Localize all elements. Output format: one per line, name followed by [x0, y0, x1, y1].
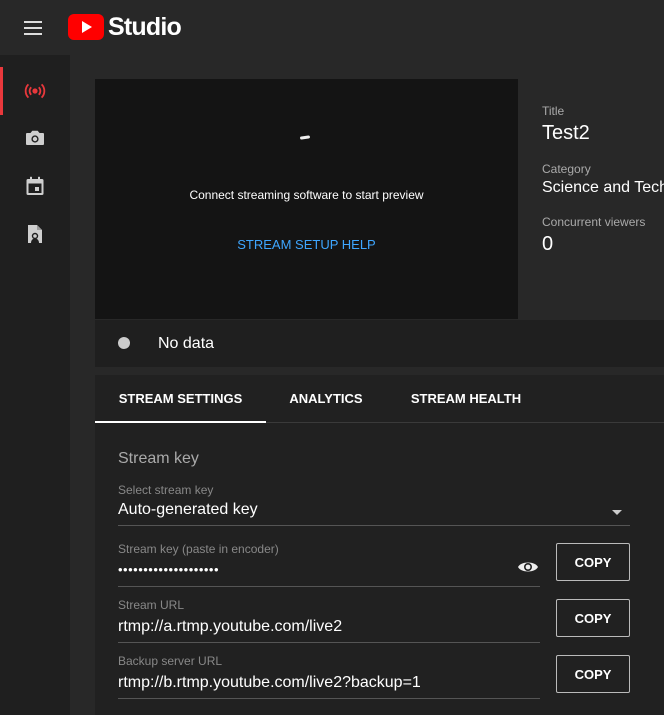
copy-stream-key-button[interactable]: COPY: [556, 543, 630, 581]
stream-url-field[interactable]: rtmp://a.rtmp.youtube.com/live2: [118, 618, 342, 636]
stream-url-underline: [118, 642, 540, 643]
backup-url-underline: [118, 698, 540, 699]
rail-item-stream[interactable]: [0, 67, 70, 115]
category-label: Category: [542, 162, 591, 176]
studio-logo[interactable]: Studio: [68, 12, 182, 42]
tab-analytics[interactable]: ANALYTICS: [276, 375, 376, 423]
rail-item-manage[interactable]: [0, 210, 70, 258]
title-value: Test2: [542, 122, 590, 144]
section-title: Stream key: [118, 450, 199, 467]
status-text: No data: [158, 335, 215, 352]
camera-icon: [26, 130, 44, 145]
select-stream-key-label: Select stream key: [118, 483, 214, 497]
status-indicator-icon: [118, 337, 130, 349]
viewers-value: 0: [542, 233, 554, 255]
title-label: Title: [542, 104, 565, 118]
stream-key-label: Stream key (paste in encoder): [118, 542, 279, 556]
stream-url-label: Stream URL: [118, 598, 185, 612]
stream-key-underline: [118, 586, 540, 587]
chevron-down-icon[interactable]: [612, 510, 622, 515]
stream-key-select[interactable]: Auto-generated key: [118, 501, 258, 519]
live-broadcast-icon: [24, 83, 46, 99]
preview-message: Connect streaming software to start prev…: [189, 188, 424, 202]
tab-stream-settings[interactable]: STREAM SETTINGS: [95, 375, 266, 423]
select-underline: [118, 525, 630, 526]
stream-key-field[interactable]: ••••••••••••••••••••: [118, 562, 219, 577]
logo-text: Studio: [108, 12, 182, 41]
copy-stream-url-button[interactable]: COPY: [556, 599, 630, 637]
rail-item-webcam[interactable]: [0, 114, 70, 162]
copy-backup-url-button[interactable]: COPY: [556, 655, 630, 693]
hamburger-menu-icon[interactable]: [22, 18, 46, 38]
manage-icon: [28, 225, 42, 243]
viewers-label: Concurrent viewers: [542, 215, 646, 229]
category-value: Science and Technology: [542, 179, 664, 196]
stream-info-panel: [518, 79, 664, 319]
calendar-icon: [26, 176, 44, 195]
tab-stream-health[interactable]: STREAM HEALTH: [398, 375, 534, 423]
backup-url-field[interactable]: rtmp://b.rtmp.youtube.com/live2?backup=1: [118, 674, 421, 692]
backup-url-label: Backup server URL: [118, 654, 223, 668]
youtube-logo-icon: [68, 14, 104, 40]
rail-item-schedule[interactable]: [0, 162, 70, 210]
eye-icon[interactable]: [517, 558, 539, 576]
stream-setup-help-link[interactable]: STREAM SETUP HELP: [95, 237, 518, 252]
